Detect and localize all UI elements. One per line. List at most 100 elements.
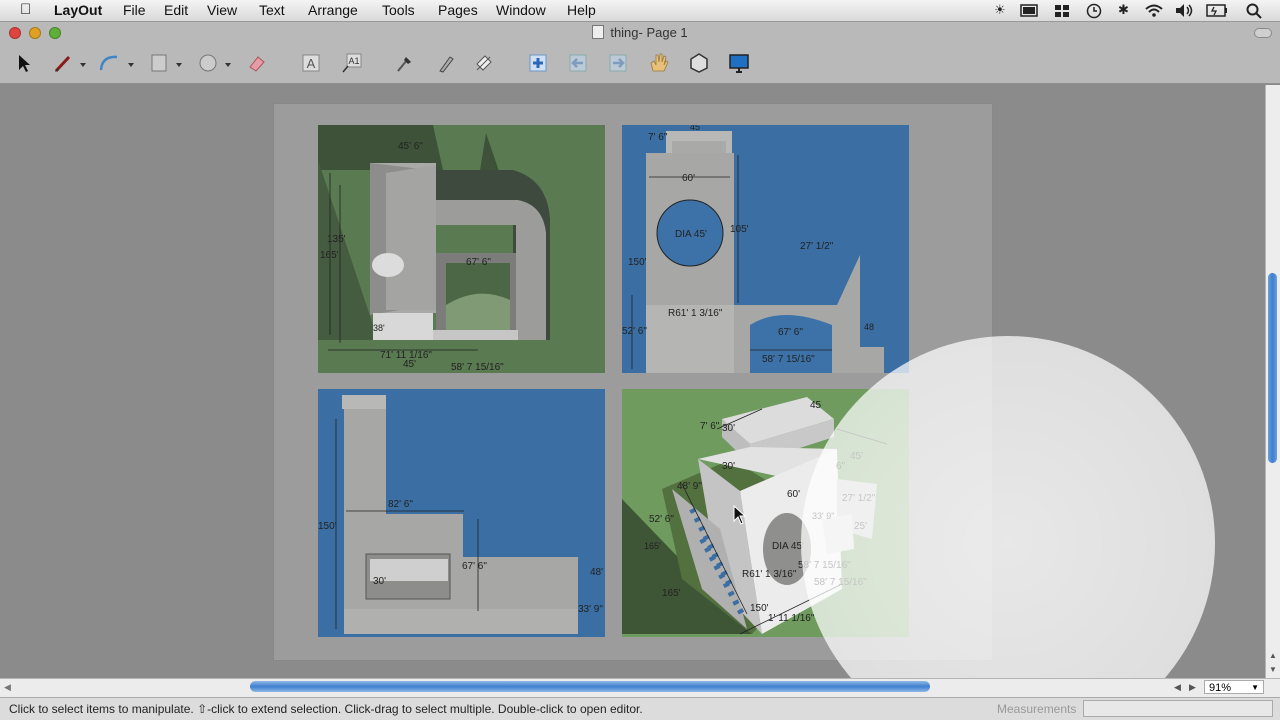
br-label: 7' 6" [700, 421, 720, 432]
window-title: thing- Page 1 [0, 25, 1280, 40]
pan-tool-icon[interactable] [648, 52, 670, 74]
viewport-top-right[interactable]: 7' 6" 45 60' DIA 45' 105' 27' 1/2" 150' … [622, 125, 909, 373]
label-tool-icon[interactable]: A1 [341, 52, 363, 74]
tr-label: 27' 1/2" [800, 241, 834, 252]
br-label: 33' 9" [812, 511, 834, 521]
horizontal-scrollbar[interactable]: ◀ ◀ ▶ 91% ▼ [0, 678, 1280, 697]
tl-label: 135' [327, 234, 346, 245]
scroll-left-arrow-icon[interactable]: ◀ [1174, 682, 1181, 693]
zoom-value: 91% [1209, 682, 1232, 694]
next-page-icon[interactable] [607, 52, 629, 74]
circle-tool-icon[interactable] [197, 52, 219, 74]
menu-arrange[interactable]: Arrange [308, 2, 358, 18]
menu-text[interactable]: Text [259, 2, 285, 18]
apple-menu-icon[interactable]:  [20, 1, 31, 18]
status-bar: Click to select items to manipulate. ⇧-c… [0, 697, 1280, 720]
drawing-top-left: 45' 6" 135' 165' 67' 6" 38' 71' 11 1/16"… [318, 125, 605, 373]
viewport-bottom-right[interactable]: 45 7' 6" 30' 30' 6" 45' 60' 27' 1/2" 48'… [622, 389, 909, 637]
menu-help[interactable]: Help [567, 2, 596, 18]
volume-icon[interactable] [1174, 3, 1194, 18]
bl-label: 33' 9" [578, 604, 603, 615]
br-label: 30' [722, 423, 735, 434]
eraser-tool-icon[interactable] [246, 52, 268, 74]
vertical-scroll-thumb[interactable] [1268, 273, 1277, 463]
brightness-icon[interactable]: ☀ [994, 2, 1006, 18]
measurements-input[interactable] [1083, 700, 1273, 717]
arc-tool-menu-caret[interactable] [128, 63, 134, 67]
tr-label: 45 [690, 125, 700, 132]
tr-label: 48 [864, 322, 874, 332]
br-label: 6" [836, 461, 846, 472]
tr-label: 7' 6" [648, 132, 668, 143]
toolbar-toggle-button[interactable] [1254, 28, 1272, 38]
rectangle-tool-icon[interactable] [148, 52, 170, 74]
arc-tool-icon[interactable] [98, 52, 120, 74]
mouse-pointer-icon [733, 505, 747, 525]
select-tool-icon[interactable] [12, 52, 34, 74]
menu-edit[interactable]: Edit [164, 2, 188, 18]
zoom-select[interactable]: 91% ▼ [1204, 680, 1264, 694]
document-page[interactable]: 45' 6" 135' 165' 67' 6" 38' 71' 11 1/16"… [274, 104, 1215, 678]
svg-text:A: A [307, 56, 316, 71]
display-icon[interactable] [1020, 4, 1038, 18]
document-icon [592, 25, 605, 39]
spaces-icon[interactable] [1054, 4, 1070, 18]
previous-page-icon[interactable] [567, 52, 589, 74]
horizontal-scroll-thumb[interactable] [250, 681, 930, 692]
menu-pages[interactable]: Pages [438, 2, 478, 18]
circle-tool-menu-caret[interactable] [225, 63, 231, 67]
measurements-label: Measurements [997, 702, 1077, 716]
menu-bar:  LayOut File Edit View Text Arrange Too… [0, 0, 1280, 22]
canvas-area[interactable]: 45' 6" 135' 165' 67' 6" 38' 71' 11 1/16"… [0, 85, 1265, 678]
br-label: 45' [850, 451, 863, 462]
tr-label: 58' 7 15/16" [762, 354, 815, 365]
menu-tools[interactable]: Tools [382, 2, 415, 18]
br-label: 58' 7 15/16" [798, 560, 851, 571]
tr-label: DIA 45' [675, 229, 707, 240]
bluetooth-icon[interactable]: ✱ [1118, 2, 1129, 18]
menu-view[interactable]: View [207, 2, 237, 18]
viewport-top-left[interactable]: 45' 6" 135' 165' 67' 6" 38' 71' 11 1/16"… [318, 125, 605, 373]
br-label: 45 [810, 400, 822, 411]
br-label: 25' [854, 521, 867, 532]
tr-label: 52' 6" [622, 326, 647, 337]
br-label: 30' [722, 461, 735, 472]
line-tool-icon[interactable] [52, 52, 74, 74]
split-tool-icon[interactable] [688, 52, 710, 74]
wifi-icon[interactable] [1144, 3, 1164, 18]
br-label: DIA 45' [772, 541, 804, 552]
vertical-scrollbar[interactable]: ▲ ▼ [1265, 85, 1280, 678]
viewport-bottom-left[interactable]: 82' 6" 150' 30' 67' 6" 48' 33' 9" [318, 389, 605, 637]
svg-text:A1: A1 [348, 56, 359, 66]
apply-style-icon[interactable] [435, 52, 457, 74]
status-message: Click to select items to manipulate. ⇧-c… [9, 702, 643, 716]
zoom-chevron-icon: ▼ [1251, 683, 1259, 692]
bl-label: 30' [373, 576, 386, 587]
br-label: 60' [787, 489, 800, 500]
dimension-tool-icon[interactable] [473, 52, 495, 74]
text-tool-icon[interactable]: A [300, 52, 322, 74]
menu-window[interactable]: Window [496, 2, 546, 18]
spotlight-icon[interactable] [1246, 3, 1262, 19]
add-page-icon[interactable] [527, 52, 549, 74]
br-label: 48' 9" [677, 481, 702, 492]
scroll-up-arrow-icon[interactable]: ▲ [1269, 651, 1277, 660]
tl-label: 67' 6" [466, 257, 491, 268]
menu-file[interactable]: File [123, 2, 146, 18]
tl-label: 38' [373, 323, 385, 333]
presentation-icon[interactable] [728, 52, 750, 74]
scroll-right-arrow-icon[interactable]: ▶ [1189, 682, 1196, 693]
sample-style-icon[interactable] [394, 52, 416, 74]
line-tool-menu-caret[interactable] [80, 63, 86, 67]
br-label: 52' 6" [649, 514, 674, 525]
scroll-down-arrow-icon[interactable]: ▼ [1269, 665, 1277, 674]
battery-icon[interactable] [1206, 4, 1228, 17]
drawing-bottom-left: 82' 6" 150' 30' 67' 6" 48' 33' 9" [318, 389, 605, 637]
rectangle-tool-menu-caret[interactable] [176, 63, 182, 67]
bl-label: 150' [318, 521, 337, 532]
menu-app-name[interactable]: LayOut [54, 2, 102, 18]
time-machine-icon[interactable] [1086, 3, 1102, 19]
tr-label: 105' [730, 224, 749, 235]
tr-label: 150' [628, 257, 647, 268]
scroll-left-edge-icon: ◀ [4, 682, 11, 692]
